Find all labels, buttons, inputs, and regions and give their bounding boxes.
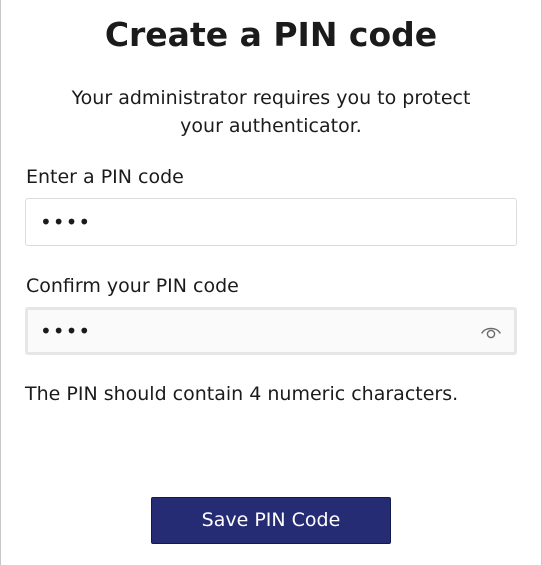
pin-requirement-hint: The PIN should contain 4 numeric charact… [25,383,459,405]
dialog-title: Create a PIN code [104,15,438,54]
window-left-border [0,0,1,565]
pin-field-label: Enter a PIN code [26,166,184,188]
pin-input[interactable] [40,199,460,245]
confirm-pin-input[interactable] [40,310,460,352]
confirm-pin-field-label: Confirm your PIN code [26,275,239,297]
dialog-subtitle: Your administrator requires you to prote… [71,87,471,137]
save-pin-code-button[interactable]: Save PIN Code [151,497,391,544]
pin-field[interactable] [25,198,517,246]
confirm-pin-field[interactable] [25,307,517,355]
eye-icon[interactable] [480,322,502,342]
